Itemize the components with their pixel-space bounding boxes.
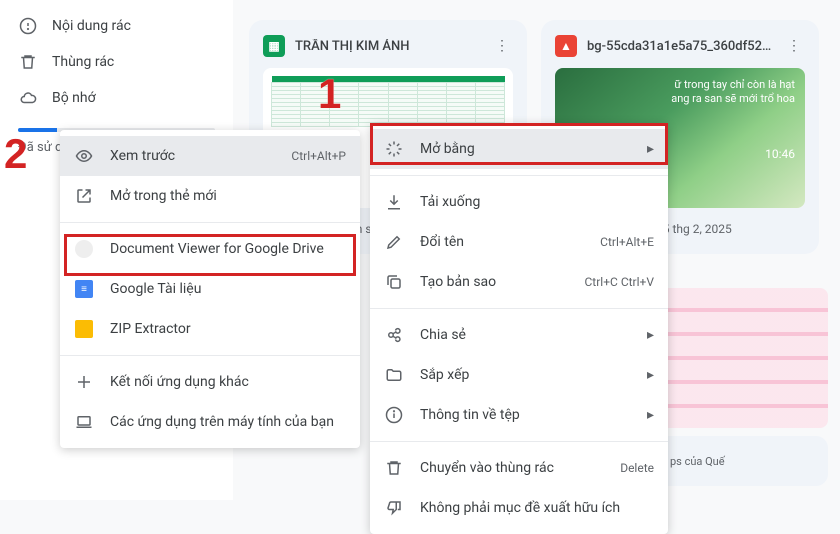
menu-download[interactable]: Tải xuống [370,182,668,222]
nav-trash[interactable]: Thùng rác [0,44,233,80]
open-with-icon [384,139,404,159]
chevron-right-icon: ▸ [647,367,654,383]
menu-open-new-tab[interactable]: Mở trong thẻ mới [60,176,360,216]
menu-file-info[interactable]: Thông tin về tệp ▸ [370,395,668,435]
card-menu-button[interactable]: ⋮ [491,34,513,58]
image-icon: ▲ [555,35,577,57]
download-icon [384,192,404,212]
zip-icon [74,319,94,339]
info-icon [384,405,404,425]
card-menu-button[interactable]: ⋮ [783,34,805,58]
menu-rename[interactable]: Đổi tên Ctrl+Alt+E [370,222,668,262]
context-menu-primary: Mở bằng ▸ Tải xuống Đổi tên Ctrl+Alt+E T… [370,123,668,534]
chevron-right-icon: ▸ [647,407,654,423]
nav-label: Nội dung rác [52,18,131,34]
nav-storage[interactable]: Bộ nhớ [0,80,233,116]
menu-app-document-viewer[interactable]: Document Viewer for Google Drive [60,229,360,269]
menu-share[interactable]: Chia sẻ ▸ [370,315,668,355]
nav-label: Thùng rác [52,54,114,70]
menu-app-zip-extractor[interactable]: ZIP Extractor [60,309,360,349]
menu-divider [60,355,360,356]
nav-spam[interactable]: Nội dung rác [0,8,233,44]
menu-organize[interactable]: Sắp xếp ▸ [370,355,668,395]
docs-icon: ≡ [74,279,94,299]
laptop-icon [74,412,94,432]
chevron-right-icon: ▸ [647,327,654,343]
chevron-right-icon: ▸ [647,141,654,157]
menu-app-google-docs[interactable]: ≡ Google Tài liệu [60,269,360,309]
menu-connect-more-apps[interactable]: Kết nối ứng dụng khác [60,362,360,402]
pencil-icon [384,232,404,252]
context-menu-open-with: Xem trước Ctrl+Alt+P Mở trong thẻ mới Do… [60,130,360,448]
folder-icon [384,365,404,385]
plus-icon [74,372,94,392]
menu-not-helpful[interactable]: Không phải mục đề xuất hữu ích [370,488,668,528]
menu-divider [370,175,668,176]
eye-icon [74,146,94,166]
menu-move-to-trash[interactable]: Chuyển vào thùng rác Delete [370,448,668,488]
menu-divider [60,222,360,223]
copy-icon [384,272,404,292]
menu-divider [370,308,668,309]
menu-open-with[interactable]: Mở bằng ▸ [370,129,668,169]
menu-preview[interactable]: Xem trước Ctrl+Alt+P [60,136,360,176]
sheets-icon: ▦ [263,35,285,57]
menu-copy[interactable]: Tạo bản sao Ctrl+C Ctrl+V [370,262,668,302]
external-link-icon [74,186,94,206]
thumbs-down-icon [384,498,404,518]
app-icon [74,239,94,259]
trash-icon [18,52,38,72]
share-icon [384,325,404,345]
card-title: TRẦN THỊ KIM ÁNH [295,39,481,54]
card-title: bg-55cda31a1e5a75_360df523e040… [587,39,773,54]
trash-icon [384,458,404,478]
menu-desktop-apps[interactable]: Các ứng dụng trên máy tính của bạn [60,402,360,442]
menu-divider [370,441,668,442]
cloud-icon [18,88,38,108]
info-icon [18,16,38,36]
nav-label: Bộ nhớ [52,90,96,106]
